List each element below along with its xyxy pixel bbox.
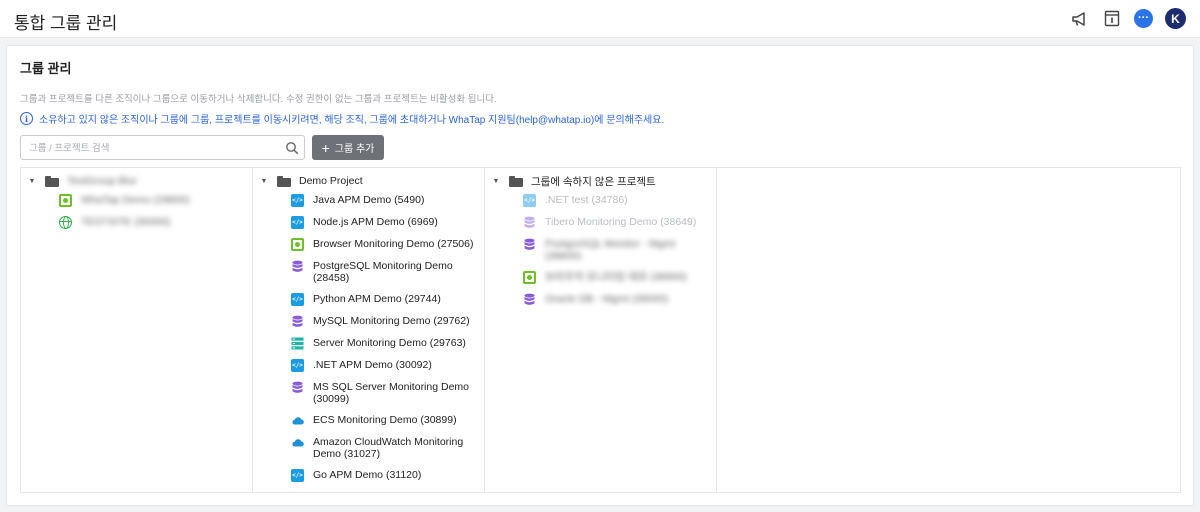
server-project-icon [291, 337, 304, 350]
project-label: Go APM Demo (31120) [313, 469, 422, 481]
browser-project-icon [59, 194, 72, 207]
project-item[interactable]: Oracle DB - Mgmt (39000) [523, 293, 711, 306]
project-item: </> .NET test (34786) [523, 194, 711, 207]
project-item[interactable]: </> Python APM Demo (29744) [291, 293, 479, 306]
code-project-icon: </> [291, 216, 304, 229]
project-label: Amazon CloudWatch Monitoring Demo (31027… [313, 436, 464, 460]
database-project-icon [292, 315, 303, 327]
project-item[interactable]: Browser Monitoring Demo (27506) [291, 238, 479, 251]
search-box [20, 135, 305, 160]
project-label: Oracle DB - Mgmt (39000) [545, 293, 669, 305]
cloud-project-icon [292, 439, 304, 447]
project-item[interactable]: TESTSITE (30000) [59, 216, 247, 229]
project-list: </> .NET test (34786) Tibero Monitoring De… [523, 194, 711, 315]
project-label: Server Monitoring Demo (29763) [313, 337, 466, 349]
project-item[interactable]: PostgreSQL Monitor - Mgmt (38800) [523, 238, 711, 262]
project-item[interactable]: MS SQL Server Monitoring Demo (30099) [291, 381, 479, 405]
project-item[interactable]: </> .NET APM Demo (30092) [291, 359, 479, 372]
caret-down-icon[interactable]: ▼ [25, 178, 39, 185]
add-group-label: 그룹 추가 [334, 144, 375, 155]
group-tree: ▼ TestGroup Blur WhaTap Demo (29800) TESTSI… [20, 167, 1181, 493]
tree-column-empty [717, 168, 1180, 492]
project-label: .NET test (34786) [545, 194, 628, 206]
group-node[interactable]: ▼ TestGroup Blur [25, 173, 138, 189]
globe-icon [59, 216, 72, 229]
group-name: 그룹에 속하지 않은 프로젝트 [531, 175, 656, 188]
project-label: ECS Monitoring Demo (30899) [313, 414, 457, 426]
code-project-icon: </> [523, 194, 536, 207]
caret-down-icon[interactable]: ▼ [489, 178, 503, 185]
folder-icon [509, 175, 523, 187]
info-notice: i 소유하고 있지 않은 조직이나 그룹에 그룹, 프로젝트를 이동시키려면, … [20, 111, 664, 126]
project-item[interactable]: </> Node.js APM Demo (6969) [291, 216, 479, 229]
section-description: 그룹과 프로젝트를 다른 조직이나 그룹으로 이동하거나 삭제합니다. 수정 권… [20, 94, 497, 105]
project-item[interactable]: Amazon CloudWatch Monitoring Demo (31027… [291, 436, 479, 460]
megaphone-icon[interactable] [1070, 9, 1090, 29]
project-list: WhaTap Demo (29800) TESTSITE (30000) [59, 194, 247, 238]
project-label: Browser Monitoring Demo (27506) [313, 238, 474, 250]
code-project-icon: </> [291, 359, 304, 372]
database-project-icon [524, 293, 535, 305]
document-info-icon[interactable] [1102, 9, 1122, 29]
project-label: Node.js APM Demo (6969) [313, 216, 438, 228]
group-node[interactable]: ▼ 그룹에 속하지 않은 프로젝트 [489, 173, 656, 189]
group-name: Demo Project [299, 175, 363, 187]
info-text: 소유하고 있지 않은 조직이나 그룹에 그룹, 프로젝트를 이동시키려면, 해당… [39, 115, 665, 126]
add-group-button[interactable]: + 그룹 추가 [312, 135, 384, 160]
project-item[interactable]: </> Go APM Demo (31120) [291, 469, 479, 482]
project-label: .NET APM Demo (30092) [313, 359, 432, 371]
project-label: MS SQL Server Monitoring Demo (30099) [313, 381, 469, 405]
browser-project-icon [523, 271, 536, 284]
caret-down-icon[interactable]: ▼ [257, 178, 271, 185]
project-item[interactable]: MySQL Monitoring Demo (29762) [291, 315, 479, 328]
code-project-icon: </> [291, 469, 304, 482]
top-icons: ··· K [1070, 8, 1186, 29]
database-project-icon [292, 260, 303, 272]
project-label: WhaTap Demo (29800) [81, 194, 190, 206]
cloud-project-icon [292, 417, 304, 425]
tree-column: ▼ Demo Project </> Java APM Demo (5490) </> N… [253, 168, 485, 492]
tree-column: ▼ TestGroup Blur WhaTap Demo (29800) TESTSI… [21, 168, 253, 492]
project-item: Tibero Monitoring Demo (38649) [523, 216, 711, 229]
database-project-icon [292, 381, 303, 393]
project-label: Tibero Monitoring Demo (38649) [545, 216, 697, 228]
project-label: PostgreSQL Monitoring Demo (28458) [313, 260, 453, 284]
project-label: TESTSITE (30000) [81, 216, 171, 228]
code-project-icon: </> [291, 194, 304, 207]
section-title: 그룹 관리 [20, 61, 72, 76]
code-project-icon: </> [291, 293, 304, 306]
project-item[interactable]: 브라우저 모니터링 데모 (38900) [523, 271, 711, 284]
project-list: </> Java APM Demo (5490) </> Node.js APM De… [291, 194, 479, 491]
project-label: MySQL Monitoring Demo (29762) [313, 315, 470, 327]
page-title: 통합 그룹 관리 [14, 14, 118, 33]
browser-project-icon [291, 238, 304, 251]
project-label: Java APM Demo (5490) [313, 194, 425, 206]
tree-column: ▼ 그룹에 속하지 않은 프로젝트 </> .NET test (34786) Tibe… [485, 168, 717, 492]
info-icon: i [20, 112, 33, 125]
plus-icon: + [321, 139, 330, 156]
group-management-panel: 그룹 관리 그룹과 프로젝트를 다른 조직이나 그룹으로 이동하거나 삭제합니다… [6, 45, 1194, 506]
group-node[interactable]: ▼ Demo Project [257, 173, 363, 189]
folder-icon [277, 175, 291, 187]
top-bar: 통합 그룹 관리 ··· K [0, 0, 1200, 38]
folder-icon [45, 175, 59, 187]
project-item[interactable]: </> Java APM Demo (5490) [291, 194, 479, 207]
chat-icon[interactable]: ··· [1134, 9, 1153, 28]
user-avatar[interactable]: K [1165, 8, 1186, 29]
database-project-icon [524, 216, 535, 228]
project-label: Python APM Demo (29744) [313, 293, 441, 305]
project-item[interactable]: WhaTap Demo (29800) [59, 194, 247, 207]
database-project-icon [524, 238, 535, 250]
search-input[interactable] [29, 140, 279, 156]
project-item[interactable]: Server Monitoring Demo (29763) [291, 337, 479, 350]
project-label: 브라우저 모니터링 데모 (38900) [545, 271, 687, 283]
search-icon[interactable] [285, 141, 299, 155]
group-name: TestGroup Blur [67, 175, 138, 187]
project-label: PostgreSQL Monitor - Mgmt (38800) [545, 238, 676, 262]
project-item[interactable]: ECS Monitoring Demo (30899) [291, 414, 479, 427]
project-item[interactable]: PostgreSQL Monitoring Demo (28458) [291, 260, 479, 284]
